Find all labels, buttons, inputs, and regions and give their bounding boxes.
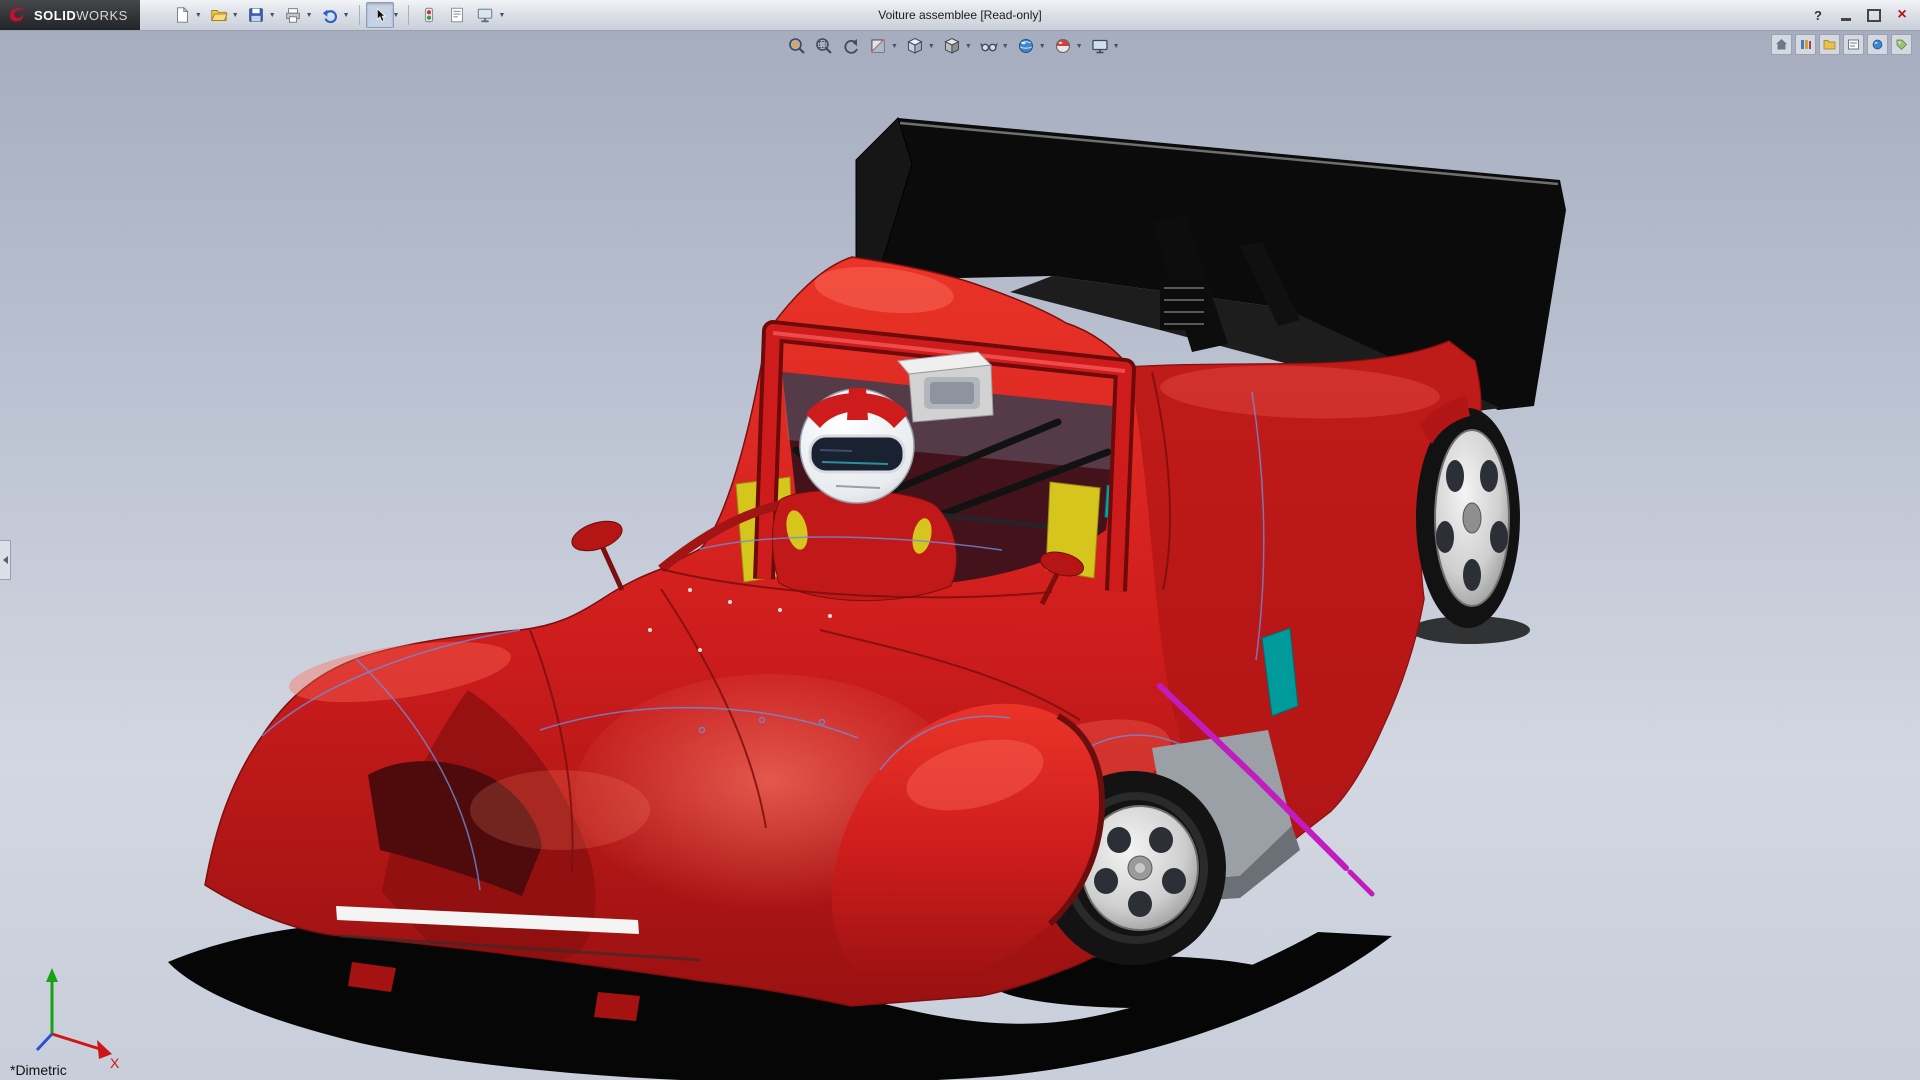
save-floppy-icon [247,6,265,24]
helmet-visor [810,436,904,472]
graphics-viewport[interactable]: ▼ ▼ ▼ ▼ [0,30,1920,1080]
wing-adjuster-bracket [1160,278,1208,330]
rebuild-button[interactable] [415,2,443,28]
orientation-triad[interactable]: X [37,968,120,1071]
display-style-caret[interactable]: ▼ [965,43,972,50]
tab-appearances-scenes[interactable] [1867,34,1888,55]
view-orientation-button[interactable] [902,33,928,59]
apply-scene-button[interactable] [1050,33,1076,59]
minimize-icon [1841,18,1851,21]
options-monitor-icon [476,6,494,24]
feature-panel-splitter[interactable] [0,540,11,580]
y-axis-arrow [46,968,58,982]
print-icon [284,6,302,24]
hide-show-caret[interactable]: ▼ [1002,43,1009,50]
zoom-to-fit-button[interactable] [784,33,810,59]
section-view-caret[interactable]: ▼ [891,43,898,50]
collapse-arrow-icon [3,556,8,564]
maximize-button[interactable] [1862,5,1886,25]
previous-view-button[interactable] [838,33,864,59]
close-button[interactable]: × [1890,5,1914,25]
open-dropdown-caret[interactable]: ▼ [232,12,239,19]
hide-show-glasses-icon [979,36,999,56]
edit-appearance-sphere-icon [1016,36,1036,56]
z-axis [37,1034,52,1050]
options-dropdown-caret[interactable]: ▼ [498,12,505,19]
window-title: Voiture assemblee [Read-only] [878,8,1041,22]
help-button[interactable]: ? [1806,5,1830,25]
print-dropdown-caret[interactable]: ▼ [306,12,313,19]
edit-appearance-caret[interactable]: ▼ [1039,43,1046,50]
undo-button[interactable] [316,2,344,28]
tab-design-library[interactable] [1795,34,1816,55]
section-view-icon [868,36,888,56]
view-settings-icon [1090,36,1110,56]
zoom-to-area-icon [814,36,834,56]
new-document-icon [173,6,191,24]
tab-custom-properties[interactable] [1891,34,1912,55]
zoom-to-area-button[interactable] [811,33,837,59]
zoom-to-fit-icon [787,36,807,56]
toolbar-separator [359,5,360,25]
apply-scene-sphere-icon [1053,36,1073,56]
drawing-sheet-icon [1847,38,1860,51]
view-settings-button[interactable] [1087,33,1113,59]
display-style-cube-icon [942,36,962,56]
section-view-button[interactable] [865,33,891,59]
open-folder-icon [210,6,228,24]
undo-arrow-icon [321,6,339,24]
select-dropdown-caret[interactable]: ▼ [393,12,400,19]
driver-helmet [800,388,914,503]
title-bar: SOLIDWORKS ▼ ▼ ▼ [0,0,1920,31]
view-settings-caret[interactable]: ▼ [1113,43,1120,50]
tab-file-explorer[interactable] [1819,34,1840,55]
window-controls: ? × [1806,0,1914,30]
file-properties-button[interactable] [443,2,471,28]
new-document-button[interactable] [168,2,196,28]
properties-tag-icon [1895,38,1908,51]
home-icon [1775,38,1788,51]
folder-icon [1823,38,1836,51]
tab-solidworks-resources[interactable] [1771,34,1792,55]
minimize-button[interactable] [1834,5,1858,25]
task-pane-tabs [1771,34,1912,55]
open-document-button[interactable] [205,2,233,28]
select-tool-button[interactable] [366,2,394,28]
maximize-icon [1867,9,1881,22]
rear-right-wheel[interactable] [1416,396,1520,628]
rebuild-icon [420,6,438,24]
undo-dropdown-caret[interactable]: ▼ [343,12,350,19]
main-toolbar: ▼ ▼ ▼ ▼ ▼ [168,2,509,28]
headsup-view-toolbar: ▼ ▼ ▼ ▼ [784,33,1123,59]
save-button[interactable] [242,2,270,28]
save-dropdown-caret[interactable]: ▼ [269,12,276,19]
books-icon [1799,38,1812,51]
view-orientation-label: *Dimetric [10,1062,67,1078]
toolbar-separator [408,5,409,25]
file-properties-icon [448,6,466,24]
new-dropdown-caret[interactable]: ▼ [195,12,202,19]
print-button[interactable] [279,2,307,28]
hide-show-items-button[interactable] [976,33,1002,59]
ds-logo-icon [8,6,28,24]
options-button[interactable] [471,2,499,28]
view-orientation-cube-icon [905,36,925,56]
apply-scene-caret[interactable]: ▼ [1076,43,1083,50]
edit-appearance-button[interactable] [1013,33,1039,59]
appearance-ball-icon [1871,38,1884,51]
x-axis-label: X [110,1055,120,1071]
race-car-model[interactable]: X [0,30,1920,1080]
view-orientation-caret[interactable]: ▼ [928,43,935,50]
select-cursor-icon [371,6,389,24]
display-style-button[interactable] [939,33,965,59]
brand-text: SOLIDWORKS [34,8,128,23]
solidworks-logo: SOLIDWORKS [0,0,140,30]
tab-view-palette[interactable] [1843,34,1864,55]
rearview-mirror-box [898,352,993,422]
previous-view-icon [841,36,861,56]
